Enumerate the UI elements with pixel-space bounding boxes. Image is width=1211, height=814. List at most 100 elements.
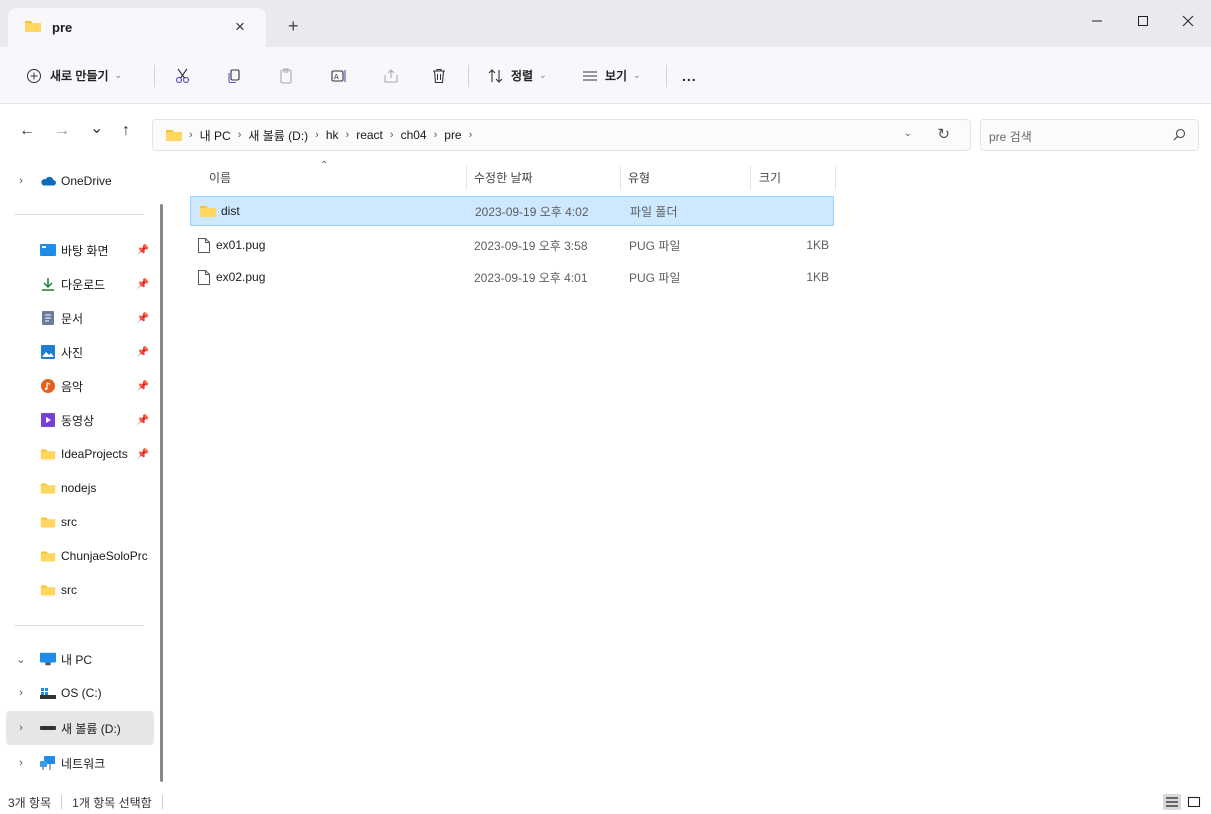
- chevron-right-icon[interactable]: ›: [390, 129, 394, 141]
- column-header-date[interactable]: 수정한 날짜: [474, 162, 619, 192]
- chevron-down-icon[interactable]: ⌄: [14, 653, 28, 666]
- tiles-view-icon[interactable]: [1185, 794, 1203, 810]
- column-divider[interactable]: [750, 166, 751, 190]
- chevron-down-icon: ⌄: [539, 70, 547, 80]
- column-divider[interactable]: [620, 166, 621, 190]
- chevron-right-icon[interactable]: ›: [434, 129, 438, 141]
- sort-icon: [488, 68, 503, 83]
- breadcrumb-item[interactable]: 내 PC: [200, 127, 231, 144]
- chevron-right-icon[interactable]: ›: [469, 129, 473, 141]
- new-tab-button[interactable]: +: [288, 16, 299, 37]
- file-type: PUG 파일: [629, 270, 681, 285]
- sidebar-item-music[interactable]: 음악 📌: [0, 369, 155, 403]
- file-row[interactable]: ex02.pug 2023-09-19 오후 4:01 PUG 파일 1KB: [190, 262, 834, 292]
- sidebar-item-label: ChunjaeSoloPrc: [61, 549, 148, 563]
- sidebar-item-label: 내 PC: [61, 652, 93, 667]
- chevron-right-icon[interactable]: ›: [238, 129, 242, 141]
- details-view-icon[interactable]: [1163, 794, 1181, 810]
- breadcrumb-item[interactable]: ch04: [401, 128, 427, 142]
- chevron-right-icon[interactable]: ›: [14, 175, 28, 187]
- address-dropdown-icon[interactable]: ⌄: [904, 128, 912, 139]
- chevron-right-icon[interactable]: ›: [14, 687, 28, 699]
- pin-icon[interactable]: 📌: [137, 279, 149, 290]
- file-row[interactable]: ex01.pug 2023-09-19 오후 3:58 PUG 파일 1KB: [190, 230, 834, 260]
- sidebar-item-documents[interactable]: 문서 📌: [0, 301, 155, 335]
- new-button[interactable]: 새로 만들기 ⌄: [26, 47, 122, 104]
- breadcrumb-item[interactable]: hk: [326, 128, 339, 142]
- sidebar-item-label: 다운로드: [61, 277, 106, 292]
- search-icon[interactable]: [1173, 128, 1186, 144]
- cloud-icon: [40, 174, 56, 188]
- pin-icon[interactable]: 📌: [137, 347, 149, 358]
- sidebar-item-pictures[interactable]: 사진 📌: [0, 335, 155, 369]
- paste-button[interactable]: [274, 64, 298, 88]
- minimize-icon: [1092, 20, 1102, 22]
- tab-title: pre: [52, 20, 73, 35]
- sidebar-item-ideaprojects[interactable]: IdeaProjects 📌: [0, 437, 155, 471]
- selection-count: 1개 항목 선택함: [72, 795, 152, 810]
- recent-locations-button[interactable]: ⌄: [90, 118, 103, 138]
- sidebar-item-src[interactable]: src: [0, 573, 155, 607]
- view-button[interactable]: 보기 ⌄: [581, 47, 641, 104]
- file-list: ⌃ 이름 수정한 날짜 유형 크기 dist 2023-09-19 오후 4:0…: [165, 158, 1211, 790]
- chevron-right-icon[interactable]: ›: [346, 129, 350, 141]
- breadcrumb-item[interactable]: react: [356, 128, 383, 142]
- folder-icon: [199, 204, 217, 218]
- sidebar-item-videos[interactable]: 동영상 📌: [0, 403, 155, 437]
- sidebar-scrollbar[interactable]: [160, 204, 163, 782]
- pin-icon[interactable]: 📌: [137, 313, 149, 324]
- view-label: 보기: [605, 69, 628, 83]
- file-row[interactable]: dist 2023-09-19 오후 4:02 파일 폴더: [190, 196, 834, 226]
- copy-button[interactable]: [222, 64, 246, 88]
- sidebar-item-this-pc[interactable]: ⌄ 내 PC: [0, 642, 155, 676]
- tab-pre[interactable]: pre ×: [8, 8, 266, 47]
- sidebar-item-downloads[interactable]: 다운로드 📌: [0, 267, 155, 301]
- maximize-button[interactable]: [1120, 6, 1166, 36]
- chevron-right-icon[interactable]: ›: [315, 129, 319, 141]
- refresh-icon[interactable]: ↻: [937, 125, 950, 143]
- search-box[interactable]: pre 검색: [980, 119, 1199, 151]
- back-button[interactable]: ←: [19, 122, 35, 140]
- forward-button[interactable]: →: [54, 122, 70, 140]
- share-button[interactable]: [379, 64, 403, 88]
- rename-icon: A: [331, 70, 346, 82]
- pin-icon[interactable]: 📌: [137, 245, 149, 256]
- trash-icon: [433, 68, 445, 84]
- sidebar-item-onedrive[interactable]: › OneDrive: [0, 164, 155, 198]
- sidebar-item-network[interactable]: › 네트워크: [0, 746, 155, 780]
- breadcrumb-item[interactable]: pre: [444, 128, 461, 142]
- minimize-button[interactable]: [1074, 6, 1120, 36]
- search-input[interactable]: pre 검색: [989, 128, 1032, 145]
- close-window-button[interactable]: [1165, 6, 1211, 36]
- column-header-name[interactable]: 이름: [209, 162, 465, 192]
- sidebar-item-nodejs[interactable]: nodejs: [0, 471, 155, 505]
- file-icon: [198, 237, 210, 253]
- column-header-size[interactable]: 크기: [759, 162, 834, 192]
- column-divider[interactable]: [835, 166, 836, 190]
- sort-button[interactable]: 정렬 ⌄: [487, 47, 547, 104]
- sidebar-item-drive-d[interactable]: › 새 볼륨 (D:): [6, 711, 154, 745]
- column-header-type[interactable]: 유형: [628, 162, 748, 192]
- chevron-right-icon[interactable]: ›: [14, 722, 28, 734]
- rename-button[interactable]: A: [327, 64, 351, 88]
- pin-icon[interactable]: 📌: [137, 415, 149, 426]
- delete-button[interactable]: [427, 64, 451, 88]
- column-divider[interactable]: [466, 166, 467, 190]
- pin-icon[interactable]: 📌: [137, 381, 149, 392]
- address-bar[interactable]: › 내 PC › 새 볼륨 (D:) › hk › react › ch04 ›…: [152, 119, 971, 151]
- sidebar-item-chunjaesolo[interactable]: ChunjaeSoloPrc: [0, 539, 155, 573]
- up-button[interactable]: ↑: [122, 122, 130, 140]
- sidebar-item-desktop[interactable]: 바탕 화면 📌: [0, 233, 155, 267]
- network-icon: [40, 756, 56, 770]
- sidebar-item-drive-c[interactable]: › OS (C:): [14, 676, 169, 710]
- tab-close-button[interactable]: ×: [230, 17, 250, 37]
- file-name: dist: [221, 204, 240, 218]
- sidebar-item-src[interactable]: src: [0, 505, 155, 539]
- breadcrumb-item[interactable]: 새 볼륨 (D:): [248, 127, 308, 144]
- pin-icon[interactable]: 📌: [137, 449, 149, 460]
- more-icon: ...: [682, 67, 697, 84]
- file-type: PUG 파일: [629, 238, 681, 253]
- cut-button[interactable]: [171, 64, 195, 88]
- chevron-right-icon[interactable]: ›: [14, 757, 28, 769]
- more-options-button[interactable]: ...: [682, 47, 697, 104]
